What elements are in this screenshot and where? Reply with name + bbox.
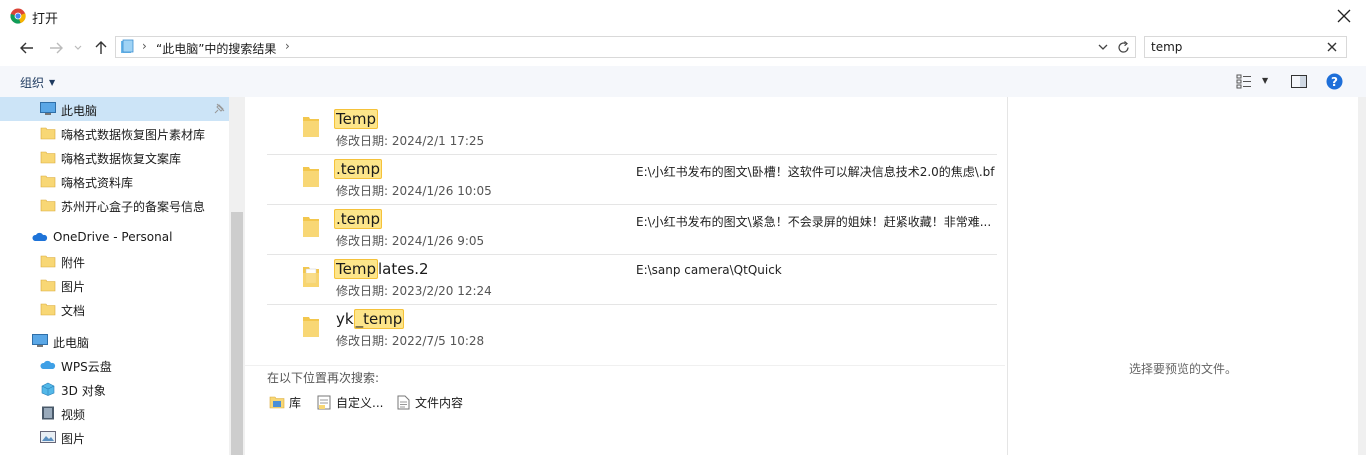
preview-pane: 选择要预览的文件。 <box>1007 97 1358 455</box>
computer-icon <box>32 334 48 347</box>
file-name: .temp <box>334 159 383 179</box>
view-details-icon <box>1236 74 1251 89</box>
up-button[interactable] <box>91 38 111 58</box>
modified-date: 修改日期: 2024/1/26 9:05 <box>336 234 485 248</box>
pin-icon[interactable] <box>213 103 225 115</box>
file-name: Temp lates.2 <box>334 259 429 279</box>
recent-locations-button[interactable] <box>68 38 88 58</box>
nav-item-copywriting-library[interactable]: 嗨格式数据恢复文案库 <box>0 145 229 169</box>
forward-button[interactable] <box>46 38 66 58</box>
svg-text:?: ? <box>1331 75 1338 89</box>
chrome-icon <box>10 8 26 24</box>
file-location: E:\sanp camera\QtQuick <box>636 263 782 277</box>
folder-icon <box>40 199 56 212</box>
breadcrumb[interactable]: “此电脑”中的搜索结果 <box>156 40 276 57</box>
folder-icon <box>40 279 56 292</box>
chevron-down-icon <box>74 45 82 50</box>
video-icon <box>42 406 54 420</box>
arrow-up-icon <box>95 41 107 54</box>
nav-item-image-library[interactable]: 嗨格式数据恢复图片素材库 <box>0 121 229 145</box>
folder-icon <box>303 317 319 337</box>
search-results-icon <box>121 39 134 53</box>
chevron-down-icon: ▼ <box>1262 76 1269 85</box>
close-button[interactable] <box>1322 0 1366 32</box>
row-divider <box>267 304 997 305</box>
address-bar[interactable]: › “此电脑”中的搜索结果 › <box>115 36 1136 58</box>
nav-item-onedrive-documents[interactable]: 文档 <box>0 297 229 321</box>
row-divider <box>267 254 997 255</box>
help-icon[interactable]: ? <box>1326 73 1343 90</box>
search-input[interactable]: temp <box>1151 40 1182 54</box>
organize-button[interactable]: 组织 ▼ <box>20 73 55 91</box>
file-name: yk _temp <box>336 309 405 329</box>
back-button[interactable] <box>17 38 37 58</box>
nav-item-wps-cloud[interactable]: WPS云盘 <box>0 353 229 377</box>
nav-item-3d-objects[interactable]: 3D 对象 <box>0 377 229 401</box>
folder-icon <box>40 151 56 164</box>
refresh-icon[interactable] <box>1117 41 1130 54</box>
preview-message: 选择要预览的文件。 <box>1129 362 1238 376</box>
file-location: E:\小红书发布的图文\卧槽！这软件可以解决信息技术2.0的焦虑\.bf <box>636 165 995 179</box>
file-contents-icon <box>397 395 410 409</box>
search-again-file-contents[interactable]: 文件内容 <box>396 393 463 411</box>
chevron-down-icon[interactable] <box>1098 44 1108 51</box>
search-again-panel: 在以下位置再次搜索: 库 自定义... 文件内容 <box>245 365 1005 455</box>
file-name: .temp <box>334 209 383 229</box>
command-bar: 组织 ▼ ▼ ? <box>0 66 1366 97</box>
folder-icon <box>40 255 56 268</box>
preview-pane-icon[interactable] <box>1291 75 1307 88</box>
nav-item-this-pc[interactable]: 此电脑 <box>0 329 229 353</box>
arrow-left-icon <box>20 42 33 54</box>
clear-search-icon[interactable] <box>1327 42 1337 52</box>
modified-date: 修改日期: 2024/1/26 10:05 <box>336 184 492 198</box>
close-icon <box>1337 9 1351 23</box>
nav-item-this-pc-pinned[interactable]: 此电脑 <box>0 97 229 121</box>
window-title: 打开 <box>32 12 59 27</box>
nav-item-onedrive[interactable]: OneDrive - Personal <box>0 225 229 249</box>
folder-icon <box>40 127 56 140</box>
folder-with-files-icon <box>303 267 319 287</box>
breadcrumb-chevron[interactable]: › <box>285 39 290 53</box>
modified-date: 修改日期: 2023/2/20 12:24 <box>336 284 492 298</box>
library-icon <box>269 396 285 409</box>
pictures-icon <box>40 431 56 443</box>
folder-icon <box>40 303 56 316</box>
modified-date: 修改日期: 2022/7/5 10:28 <box>336 334 485 348</box>
window-edge-scrollbar <box>1358 97 1366 455</box>
folder-icon <box>303 117 319 137</box>
nav-item-resource-library[interactable]: 嗨格式资料库 <box>0 169 229 193</box>
folder-icon <box>303 167 319 187</box>
row-divider <box>267 154 997 155</box>
nav-item-attachments[interactable]: 附件 <box>0 249 229 273</box>
arrow-right-icon <box>50 42 63 54</box>
folder-icon <box>40 175 56 188</box>
view-options-button[interactable]: ▼ <box>1234 73 1272 91</box>
search-again-custom[interactable]: 自定义... <box>317 393 383 411</box>
search-again-library[interactable]: 库 <box>269 393 301 411</box>
navigation-pane: 此电脑 嗨格式数据恢复图片素材库 嗨格式数据恢复文案库 嗨格式资料库 苏州开心盒… <box>0 97 245 455</box>
chevron-down-icon: ▼ <box>49 77 56 87</box>
title-bar: 打开 <box>0 0 1366 32</box>
nav-item-pictures[interactable]: 图片 <box>0 425 229 449</box>
nav-item-onedrive-pictures[interactable]: 图片 <box>0 273 229 297</box>
nav-item-videos[interactable]: 视频 <box>0 401 229 425</box>
breadcrumb-separator: › <box>142 39 147 53</box>
search-again-heading: 在以下位置再次搜索: <box>267 371 380 385</box>
row-divider <box>267 204 997 205</box>
nav-scrollbar-thumb[interactable] <box>231 212 243 455</box>
3d-objects-icon <box>41 382 55 396</box>
modified-date: 修改日期: 2024/2/1 17:25 <box>336 134 485 148</box>
organize-label: 组织 <box>20 75 45 90</box>
nav-item-filing-info[interactable]: 苏州开心盒子的备案号信息 <box>0 193 229 217</box>
file-location: E:\小红书发布的图文\紧急！不会录屏的姐妹！赶紧收藏！非常难... <box>636 215 992 229</box>
file-name: Temp <box>334 109 378 129</box>
custom-folder-icon <box>317 395 331 409</box>
cloud-icon <box>40 360 56 369</box>
computer-icon <box>40 102 56 115</box>
onedrive-icon <box>32 232 48 241</box>
search-field[interactable]: temp <box>1144 36 1347 58</box>
folder-icon <box>303 217 319 237</box>
